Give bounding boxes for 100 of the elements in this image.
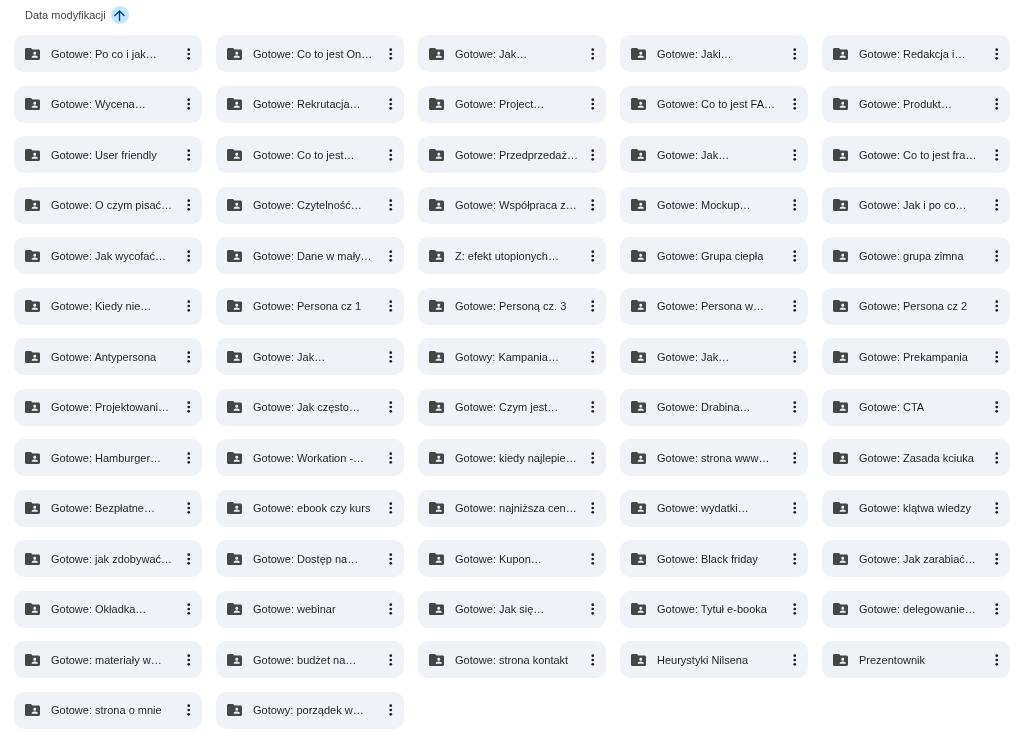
folder-card[interactable]: Gotowe: strona www… [620,439,808,476]
more-vertical-icon [187,350,191,363]
folder-card[interactable]: Gotowe: Produkt… [822,85,1010,123]
folder-card[interactable]: Gotowe: Personą cz. 3 [418,287,606,325]
folder-card[interactable]: Gotowy: porządek w… [216,691,404,729]
folder-name: Gotowe: delegowanie… [859,602,977,616]
folder-card[interactable]: Heurystyki Nilsena [620,641,808,678]
folder-card[interactable]: Gotowe: Jak zarabiać… [822,540,1010,577]
more-vertical-icon [793,401,797,413]
folder-name: Gotowe: Persona cz 1 [253,299,363,313]
shared-folder-icon [631,603,646,615]
folder-card[interactable]: Gotowe: Jak często… [216,388,404,426]
folder-card[interactable]: Gotowe: najniższa cen… [418,489,606,527]
folder-card[interactable]: Gotowy: Kampania… [418,338,606,375]
folder-card[interactable]: Gotowe: Grupa ciepła [620,237,808,274]
sort-field-button[interactable]: Data modyfikacji [25,9,106,21]
folder-card[interactable]: Gotowe: Jak się… [418,590,606,628]
folder-card[interactable]: Gotowe: Tytuł e-booka [620,590,808,628]
folder-card[interactable]: Gotowe: Jak wycofać… [14,237,202,274]
folder-name: Gotowe: O czym pisać… [51,198,174,212]
folder-card[interactable]: Gotowe: Jak… [216,338,404,375]
folder-name: Gotowe: Produkt… [859,97,953,111]
folder-card[interactable]: Gotowe: Drabina… [620,388,808,426]
more-vertical-icon [995,603,999,615]
folder-card[interactable]: Gotowe: grupa zimna [822,237,1010,274]
folder-card[interactable]: Gotowe: Dane w mały… [216,237,404,274]
sort-direction-button[interactable] [110,6,129,24]
folder-card[interactable]: Gotowe: webinar [216,590,404,628]
folder-name: Gotowe: Jak… [657,349,731,364]
folder-card[interactable]: Gotowe: delegowanie… [822,590,1010,628]
folder-card[interactable]: Gotowe: strona kontakt [418,641,606,678]
folder-name: Gotowe: Rekrutacja… [253,97,362,111]
folder-card[interactable]: Gotowe: Co to jest FA… [620,85,808,123]
folder-name: Gotowe: najniższa cen… [455,501,578,515]
shared-folder-icon [429,47,444,60]
folder-card[interactable]: Gotowe: Bezpłatne… [14,489,202,527]
folder-card[interactable]: Gotowe: Po co i jak… [14,35,202,72]
more-vertical-icon [793,502,797,514]
shared-folder-icon [25,653,40,666]
folder-card[interactable]: Gotowe: wydatki… [620,489,808,527]
folder-card[interactable]: Gotowe: Persona cz 1 [216,287,404,325]
folder-card[interactable]: Gotowe: Hamburger… [14,439,202,476]
folder-card[interactable]: Gotowe: Jak… [418,35,606,72]
folder-card[interactable]: Gotowe: strona o mnie [14,691,202,729]
folder-name: Gotowe: kiedy najlepie… [455,450,578,465]
folder-card[interactable]: Gotowe: Okładka… [14,590,202,628]
folder-card[interactable]: Gotowe: Czym jest… [418,388,606,426]
folder-card[interactable]: Gotowe: Zasada kciuka [822,439,1010,476]
folder-name: Gotowe: grupa zimna [859,248,965,263]
shared-folder-icon [227,502,242,514]
folder-card[interactable]: Gotowe: Mockup… [620,186,808,224]
folder-card[interactable]: Gotowe: ebook czy kurs [216,489,404,527]
folder-card[interactable]: Gotowe: Co to jest On… [216,35,404,72]
more-vertical-icon [591,300,595,312]
folder-name: Gotowe: Mockup… [657,198,752,212]
shared-folder-icon [429,401,444,413]
folder-card[interactable]: Gotowe: Project… [418,85,606,123]
folder-card[interactable]: Gotowe: User friendly [14,136,202,173]
more-vertical-icon [793,451,797,464]
folder-card[interactable]: Gotowe: jak zdobywać… [14,540,202,577]
folder-name: Gotowe: Workation -… [253,450,366,465]
folder-card[interactable]: Gotowe: Jaki… [620,35,808,72]
folder-card[interactable]: Gotowe: Persona w… [620,287,808,325]
folder-card[interactable]: Gotowe: materiały w… [14,641,202,678]
folder-name: Gotowe: klątwa wiedzy [859,501,972,515]
more-vertical-icon [793,199,797,211]
folder-card[interactable]: Gotowe: Workation -… [216,439,404,476]
folder-card[interactable]: Gotowe: O czym pisać… [14,186,202,224]
folder-card[interactable]: Gotowe: CTA [822,388,1010,426]
shared-folder-icon [25,47,40,60]
folder-card[interactable]: Gotowe: kiedy najlepie… [418,439,606,476]
folder-name: Gotowe: Jak wycofać… [51,248,167,263]
folder-card[interactable]: Gotowe: Jak… [620,136,808,173]
folder-card[interactable]: Gotowe: Kupon… [418,540,606,577]
folder-card[interactable]: Gotowe: Jak… [620,338,808,375]
folder-card[interactable]: Prezentownik [822,641,1010,678]
folder-card[interactable]: Gotowe: Redakcja i… [822,35,1010,72]
folder-card[interactable]: Gotowe: Wycena… [14,85,202,123]
more-vertical-icon [793,350,797,363]
folder-card[interactable]: Gotowe: Czytelność… [216,186,404,224]
shared-folder-icon [631,300,646,312]
folder-card[interactable]: Gotowe: Persona cz 2 [822,287,1010,325]
folder-card[interactable]: Gotowe: Współpraca z… [418,186,606,224]
folder-card[interactable]: Gotowe: Przedprzedaż… [418,136,606,173]
folder-card[interactable]: Gotowe: budżet na… [216,641,404,678]
folder-card[interactable]: Gotowe: Co to jest… [216,136,404,173]
shared-folder-icon [25,199,40,211]
folder-card[interactable]: Z: efekt utopionych… [418,237,606,274]
folder-card[interactable]: Gotowe: Dostęp na… [216,540,404,577]
shared-folder-icon [429,451,444,464]
folder-card[interactable]: Gotowe: Prekampania [822,338,1010,375]
folder-card[interactable]: Gotowe: Co to jest fra… [822,136,1010,173]
shared-folder-icon [631,199,646,211]
folder-card[interactable]: Gotowe: Black friday [620,540,808,577]
folder-card[interactable]: Gotowe: Rekrutacja… [216,85,404,123]
folder-card[interactable]: Gotowe: klątwa wiedzy [822,489,1010,527]
folder-card[interactable]: Gotowe: Kiedy nie… [14,287,202,325]
folder-card[interactable]: Gotowe: Projektowani… [14,388,202,426]
folder-card[interactable]: Gotowe: Antypersona [14,338,202,375]
folder-card[interactable]: Gotowe: Jak i po co… [822,186,1010,224]
